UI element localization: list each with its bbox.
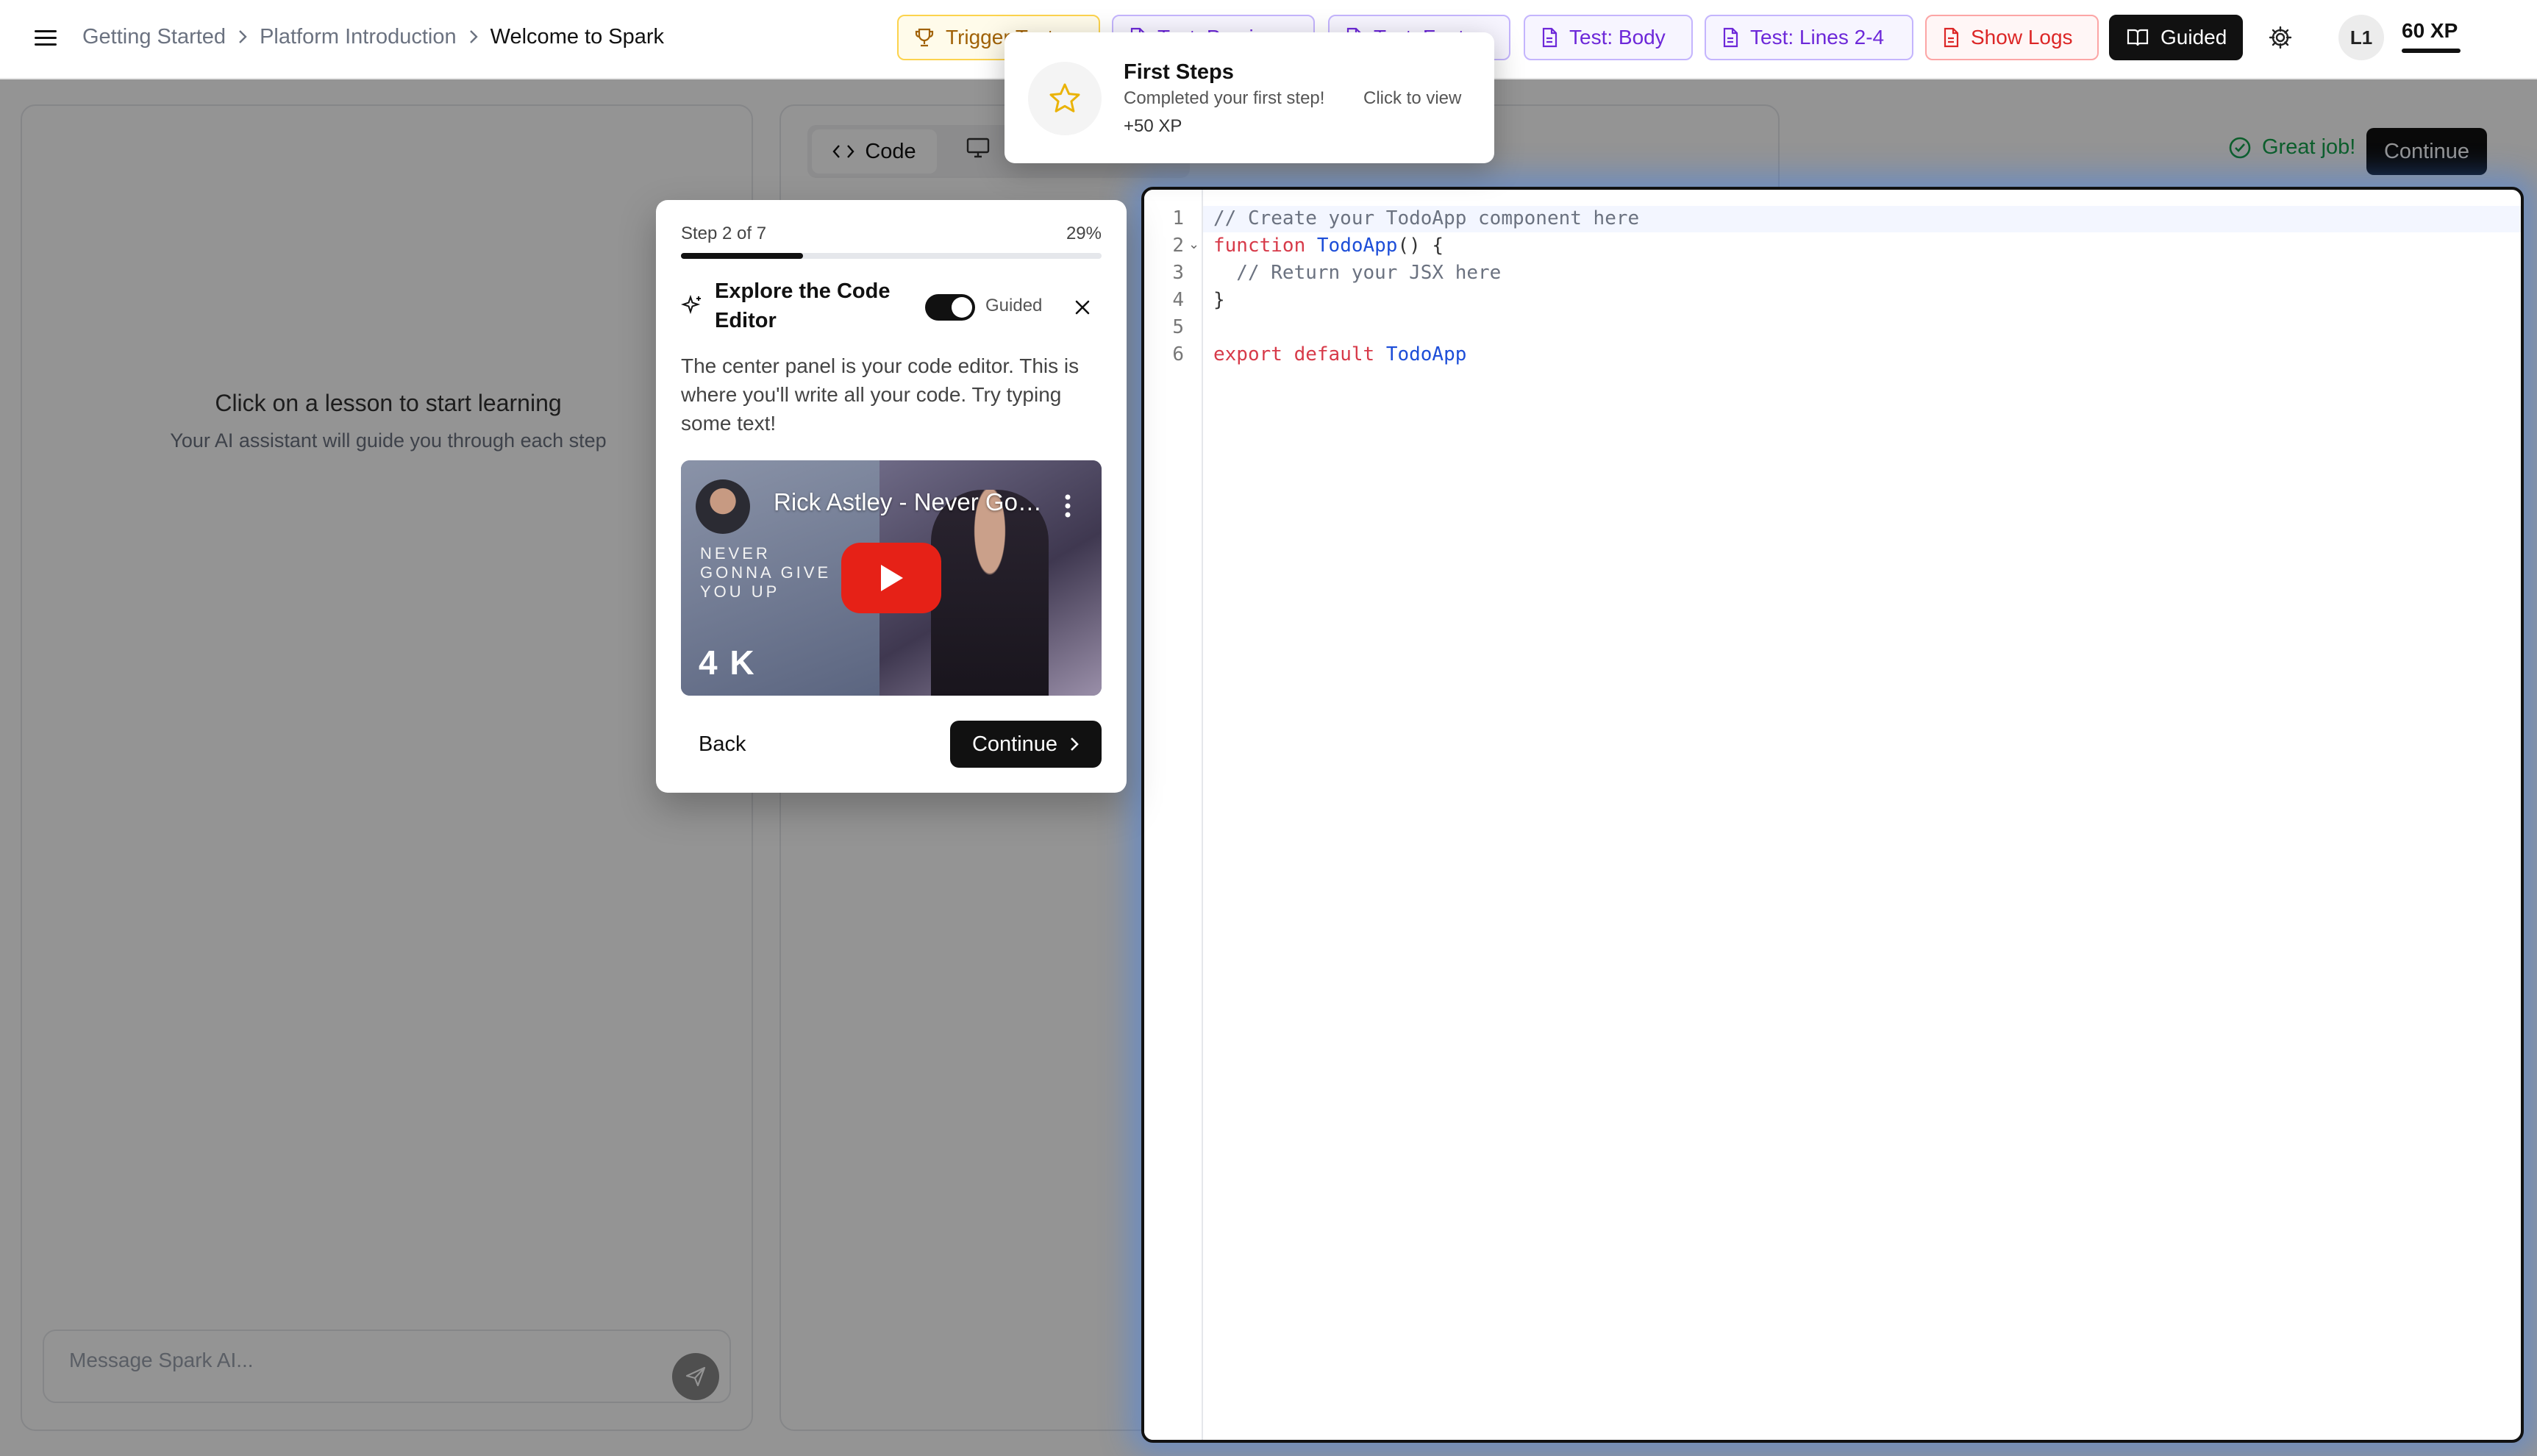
code-token: () { — [1397, 235, 1444, 257]
tour-title: Explore the Code Editor — [715, 279, 891, 332]
xp-progress-bar — [2402, 49, 2461, 53]
chevron-right-icon — [238, 29, 248, 45]
achievement-toast[interactable]: First Steps Completed your first step! C… — [1005, 32, 1494, 163]
code-token: export — [1213, 343, 1294, 365]
code-token: default — [1294, 343, 1386, 365]
breadcrumb-platform-introduction[interactable]: Platform Introduction — [260, 25, 457, 49]
video-embed[interactable]: NEVER GONNA GIVE YOU UP 4 K Rick Astley … — [681, 460, 1102, 696]
guided-toggle-label: Guided — [985, 296, 1043, 315]
tour-description: The center panel is your code editor. Th… — [681, 354, 1080, 435]
file-icon — [1943, 27, 1959, 48]
step-counter: Step 2 of 7 — [681, 224, 767, 243]
toast-xp-reward: +50 XP — [1124, 116, 1182, 136]
breadcrumb-current: Welcome to Spark — [490, 24, 665, 49]
toast-view-link[interactable]: Click to view — [1363, 88, 1461, 109]
tour-dialog: Step 2 of 7 29% Explore the Code Editor … — [656, 200, 1127, 793]
code-token: function — [1213, 235, 1317, 257]
book-open-icon — [2127, 28, 2149, 47]
more-vertical-icon[interactable] — [1060, 490, 1075, 522]
breadcrumb-getting-started[interactable]: Getting Started — [82, 25, 226, 49]
tour-continue-button[interactable]: Continue — [950, 721, 1102, 768]
line-number: 2 — [1172, 235, 1184, 257]
play-button[interactable] — [841, 543, 941, 613]
video-title[interactable]: Rick Astley - Never Gonna Give You Up (O… — [774, 488, 1046, 516]
code-token: TodoApp — [1316, 235, 1398, 257]
code-editor[interactable]: ⌄ 1 // Create your TodoApp component here… — [1141, 187, 2524, 1443]
line-number: 6 — [1172, 343, 1184, 365]
menu-icon[interactable] — [26, 19, 65, 57]
trophy-icon — [915, 27, 934, 48]
video-overlay-text: NEVER GONNA GIVE YOU UP — [700, 544, 832, 601]
code-token: } — [1213, 289, 1225, 311]
test-body-button[interactable]: Test: Body — [1524, 15, 1693, 60]
tour-progress-bar — [681, 253, 1102, 259]
channel-avatar[interactable] — [696, 479, 750, 534]
close-icon[interactable] — [1069, 294, 1096, 321]
breadcrumb: Getting Started Platform Introduction We… — [82, 0, 664, 74]
toast-description: Completed your first step! — [1124, 88, 1325, 108]
show-logs-button[interactable]: Show Logs — [1925, 15, 2099, 60]
code-token: TodoApp — [1385, 343, 1467, 365]
tour-progress-fill — [681, 253, 803, 259]
line-number: 1 — [1172, 207, 1184, 229]
fold-chevron-icon[interactable]: ⌄ — [1188, 237, 1199, 252]
file-icon — [1541, 27, 1557, 48]
code-line[interactable]: export default TodoApp — [1213, 343, 1466, 365]
avatar[interactable]: L1 — [2338, 15, 2384, 60]
sparkles-icon — [681, 294, 703, 316]
line-gutter — [1144, 190, 1203, 1440]
video-figure — [931, 490, 1049, 696]
code-line[interactable]: } — [1213, 289, 1225, 311]
line-number: 4 — [1172, 289, 1184, 311]
chevron-right-icon — [468, 29, 479, 45]
guided-mode-button[interactable]: Guided — [2109, 15, 2243, 60]
step-percent: 29% — [1066, 224, 1102, 243]
gear-icon[interactable] — [2261, 18, 2300, 57]
toast-title: First Steps — [1124, 60, 1234, 84]
code-token: // Create your TodoApp component here — [1213, 207, 1640, 229]
play-icon — [881, 565, 903, 591]
code-token: // Return your JSX here — [1213, 262, 1502, 284]
xp-counter: 60 XP — [2402, 19, 2458, 42]
code-line[interactable]: function TodoApp() { — [1213, 235, 1444, 257]
test-lines-button[interactable]: Test: Lines 2-4 — [1705, 15, 1913, 60]
video-quality-badge: 4 K — [699, 643, 756, 682]
star-icon — [1028, 62, 1102, 135]
line-number: 5 — [1172, 316, 1184, 338]
code-line[interactable]: // Create your TodoApp component here — [1213, 207, 1639, 229]
guided-toggle[interactable] — [925, 294, 975, 321]
code-line[interactable]: // Return your JSX here — [1213, 262, 1501, 284]
line-number: 3 — [1172, 262, 1184, 284]
chevron-right-icon — [1069, 736, 1080, 752]
toggle-knob — [952, 297, 972, 318]
file-icon — [1722, 27, 1738, 48]
back-button[interactable]: Back — [699, 732, 746, 757]
